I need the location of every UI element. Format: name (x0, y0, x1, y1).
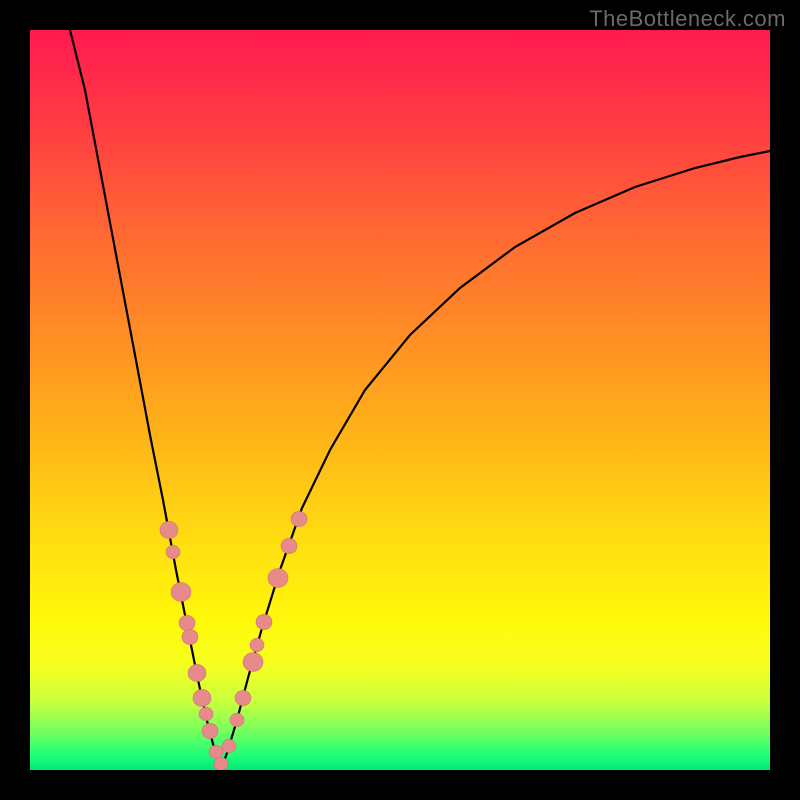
bead-point (281, 538, 297, 553)
curve-right-arm (221, 151, 770, 770)
bead-point (166, 545, 180, 558)
bead-point (202, 723, 218, 738)
bead-point (182, 629, 198, 644)
bead-point (188, 664, 206, 681)
curve-left-arm (70, 30, 221, 770)
bead-point (250, 638, 264, 651)
bead-point (268, 569, 288, 588)
chart-root: TheBottleneck.com (0, 0, 800, 800)
bead-point (256, 614, 272, 629)
bead-point (235, 690, 251, 705)
bead-point (179, 615, 195, 630)
bead-point (230, 713, 244, 726)
bead-point (199, 707, 213, 720)
bead-point (171, 583, 191, 602)
bead-point (160, 521, 178, 538)
plot-area (30, 30, 770, 770)
bead-point (209, 745, 223, 758)
bead-point (193, 689, 211, 706)
bead-point (214, 757, 228, 770)
watermark-text: TheBottleneck.com (589, 6, 786, 32)
bead-point (291, 511, 307, 526)
bead-point (243, 653, 263, 672)
chart-svg (30, 30, 770, 770)
bead-point (222, 739, 236, 752)
